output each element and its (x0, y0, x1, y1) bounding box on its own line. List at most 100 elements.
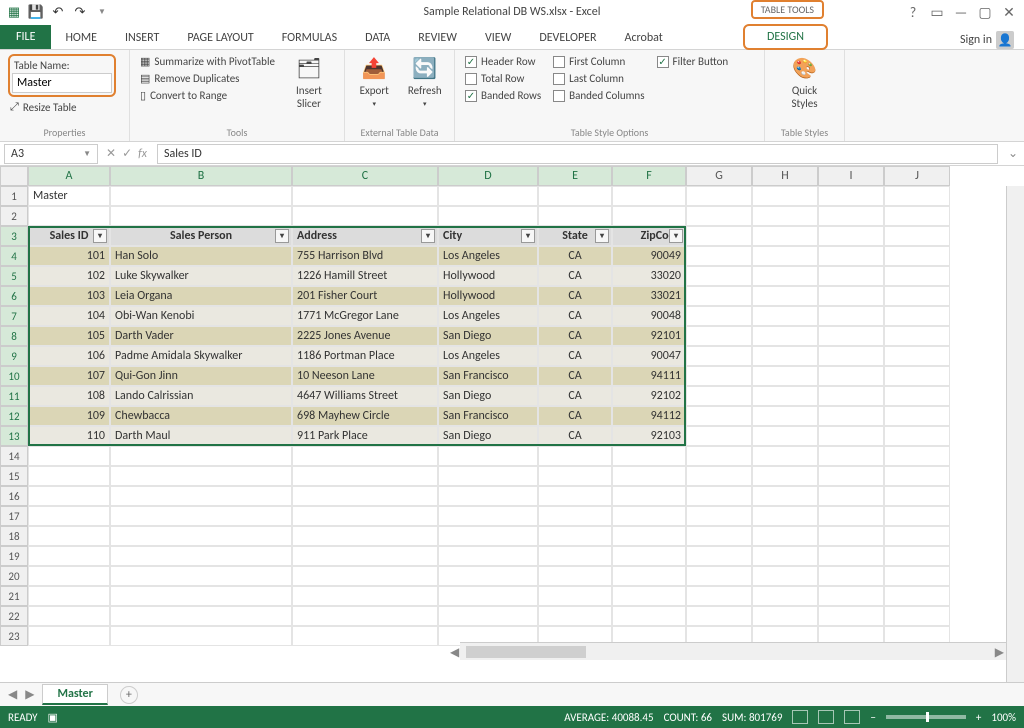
empty-cell[interactable] (752, 286, 818, 306)
empty-cell[interactable] (884, 326, 950, 346)
empty-cell[interactable] (438, 566, 538, 586)
row-header-20[interactable]: 20 (0, 566, 28, 586)
table-cell[interactable]: 90048 (612, 306, 686, 326)
row-header-22[interactable]: 22 (0, 606, 28, 626)
empty-cell[interactable] (818, 266, 884, 286)
empty-cell[interactable] (686, 186, 752, 206)
empty-cell[interactable] (752, 206, 818, 226)
row-header-21[interactable]: 21 (0, 586, 28, 606)
table-cell[interactable]: 105 (28, 326, 110, 346)
table-header-city[interactable]: City▾ (438, 226, 538, 246)
empty-cell[interactable] (818, 206, 884, 226)
table-cell[interactable]: Chewbacca (110, 406, 292, 426)
table-cell[interactable]: 2225 Jones Avenue (292, 326, 438, 346)
table-header-address[interactable]: Address▾ (292, 226, 438, 246)
empty-cell[interactable] (818, 306, 884, 326)
sign-in[interactable]: Sign in 👤 (960, 31, 1014, 49)
empty-cell[interactable] (612, 506, 686, 526)
empty-cell[interactable] (538, 546, 612, 566)
col-header-B[interactable]: B (110, 166, 292, 186)
spreadsheet-grid[interactable]: ABCDEFGHIJ1Master23Sales ID▾Sales Person… (0, 166, 1024, 646)
convert-range-button[interactable]: ▯Convert to Range (138, 88, 277, 103)
empty-cell[interactable] (28, 606, 110, 626)
empty-cell[interactable] (686, 446, 752, 466)
tab-data[interactable]: DATA (351, 27, 404, 49)
col-header-A[interactable]: A (28, 166, 110, 186)
empty-cell[interactable] (686, 266, 752, 286)
tab-formulas[interactable]: FORMULAS (268, 27, 351, 49)
tab-developer[interactable]: DEVELOPER (525, 27, 610, 49)
zoom-level[interactable]: 100% (991, 711, 1016, 724)
table-cell[interactable]: CA (538, 346, 612, 366)
empty-cell[interactable] (818, 546, 884, 566)
empty-cell[interactable] (686, 606, 752, 626)
table-cell[interactable]: CA (538, 286, 612, 306)
maximize-button[interactable]: ▢ (976, 3, 994, 21)
empty-cell[interactable] (752, 466, 818, 486)
total-row-checkbox[interactable]: Total Row (463, 71, 543, 86)
empty-cell[interactable] (292, 566, 438, 586)
empty-cell[interactable] (686, 366, 752, 386)
empty-cell[interactable] (818, 326, 884, 346)
empty-cell[interactable] (438, 586, 538, 606)
table-header-state[interactable]: State▾ (538, 226, 612, 246)
table-cell[interactable]: 4647 Williams Street (292, 386, 438, 406)
empty-cell[interactable] (538, 466, 612, 486)
table-cell[interactable]: San Diego (438, 426, 538, 446)
empty-cell[interactable] (818, 246, 884, 266)
empty-cell[interactable] (28, 566, 110, 586)
help-button[interactable]: ? (904, 3, 922, 21)
empty-cell[interactable] (292, 626, 438, 646)
empty-cell[interactable] (612, 466, 686, 486)
empty-cell[interactable] (884, 426, 950, 446)
empty-cell[interactable] (28, 446, 110, 466)
empty-cell[interactable] (752, 406, 818, 426)
quick-styles-button[interactable]: 🎨Quick Styles (781, 54, 829, 110)
empty-cell[interactable] (292, 206, 438, 226)
empty-cell[interactable] (28, 546, 110, 566)
empty-cell[interactable] (438, 466, 538, 486)
vertical-scrollbar[interactable] (1006, 186, 1024, 682)
empty-cell[interactable] (752, 306, 818, 326)
empty-cell[interactable] (818, 506, 884, 526)
empty-cell[interactable] (752, 566, 818, 586)
empty-cell[interactable] (612, 606, 686, 626)
empty-cell[interactable] (884, 466, 950, 486)
table-cell[interactable]: 1186 Portman Place (292, 346, 438, 366)
empty-cell[interactable] (818, 466, 884, 486)
zoom-thumb[interactable] (926, 712, 929, 722)
table-cell[interactable]: CA (538, 366, 612, 386)
redo-icon[interactable]: ↷ (72, 4, 88, 20)
col-header-E[interactable]: E (538, 166, 612, 186)
close-button[interactable]: ✕ (1000, 3, 1018, 21)
page-layout-view-icon[interactable] (818, 710, 834, 724)
row-header-15[interactable]: 15 (0, 466, 28, 486)
empty-cell[interactable] (438, 486, 538, 506)
table-cell[interactable]: 1771 McGregor Lane (292, 306, 438, 326)
empty-cell[interactable] (110, 626, 292, 646)
empty-cell[interactable] (612, 446, 686, 466)
empty-cell[interactable] (686, 206, 752, 226)
row-header-8[interactable]: 8 (0, 326, 28, 346)
empty-cell[interactable] (110, 186, 292, 206)
next-sheet-icon[interactable]: ▶ (25, 687, 34, 702)
empty-cell[interactable] (686, 286, 752, 306)
table-cell[interactable]: 108 (28, 386, 110, 406)
table-cell[interactable]: San Francisco (438, 366, 538, 386)
empty-cell[interactable] (818, 226, 884, 246)
empty-cell[interactable] (538, 586, 612, 606)
empty-cell[interactable] (884, 526, 950, 546)
empty-cell[interactable] (110, 546, 292, 566)
table-cell[interactable]: 90049 (612, 246, 686, 266)
empty-cell[interactable] (686, 546, 752, 566)
row-header-1[interactable]: 1 (0, 186, 28, 206)
table-cell[interactable]: 102 (28, 266, 110, 286)
empty-cell[interactable] (752, 586, 818, 606)
table-cell[interactable]: Luke Skywalker (110, 266, 292, 286)
row-header-10[interactable]: 10 (0, 366, 28, 386)
tab-acrobat[interactable]: Acrobat (611, 27, 677, 49)
empty-cell[interactable] (110, 466, 292, 486)
filter-dropdown-icon[interactable]: ▾ (595, 229, 609, 243)
table-cell[interactable]: 94111 (612, 366, 686, 386)
table-cell[interactable]: 755 Harrison Blvd (292, 246, 438, 266)
